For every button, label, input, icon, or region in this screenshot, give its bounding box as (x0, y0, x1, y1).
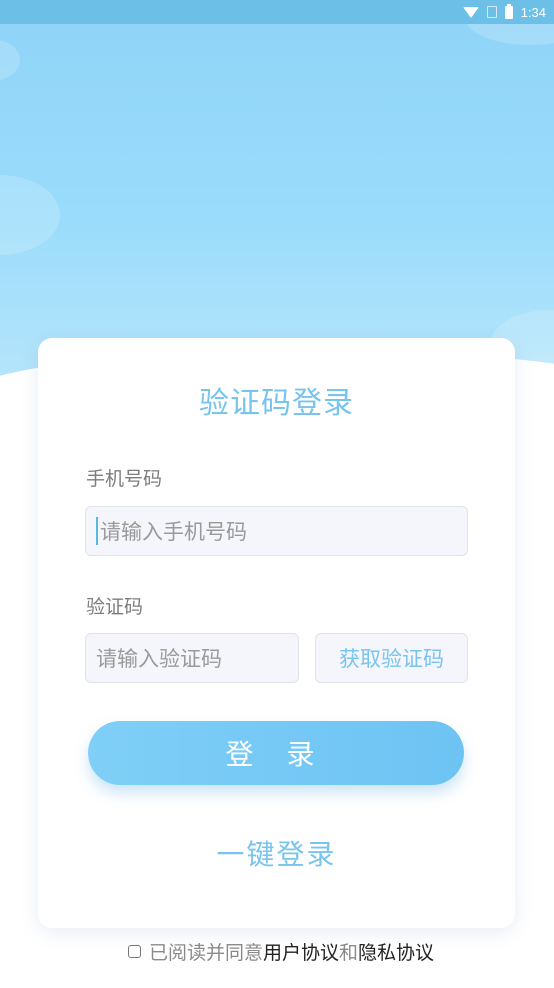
phone-input[interactable]: 请输入手机号码 (85, 506, 468, 556)
phone-placeholder: 请输入手机号码 (100, 520, 247, 544)
decorative-cloud (0, 175, 60, 255)
code-input[interactable]: 请输入验证码 (85, 633, 299, 683)
privacy-policy-link[interactable]: 隐私协议 (358, 938, 434, 965)
agreement-and: 和 (339, 941, 359, 964)
get-code-button[interactable]: 获取验证码 (315, 633, 468, 683)
login-card: 验证码登录 手机号码 请输入手机号码 验证码 请输入验证码 获取验证码 登 录 … (38, 338, 515, 928)
battery-charging-icon (504, 3, 513, 19)
user-agreement-link[interactable]: 用户协议 (263, 938, 339, 965)
login-button[interactable]: 登 录 (88, 721, 464, 785)
no-sim-icon (486, 6, 497, 18)
page-title: 验证码登录 (199, 386, 354, 421)
agreement-row: 已阅读并同意 用户协议 和 隐私协议 (128, 937, 434, 965)
text-caret (96, 517, 98, 545)
agreement-checkbox[interactable] (128, 944, 141, 958)
status-time: 1:34 (520, 4, 546, 20)
code-label: 验证码 (86, 596, 144, 618)
wifi-icon (462, 6, 479, 18)
status-bar: 1:34 (0, 0, 554, 24)
one-key-login-link[interactable]: 一键登录 (38, 833, 515, 873)
agreement-prefix: 已阅读并同意 (149, 941, 264, 964)
code-placeholder: 请输入验证码 (96, 647, 222, 671)
phone-label: 手机号码 (86, 468, 163, 490)
decorative-cloud (0, 40, 20, 80)
